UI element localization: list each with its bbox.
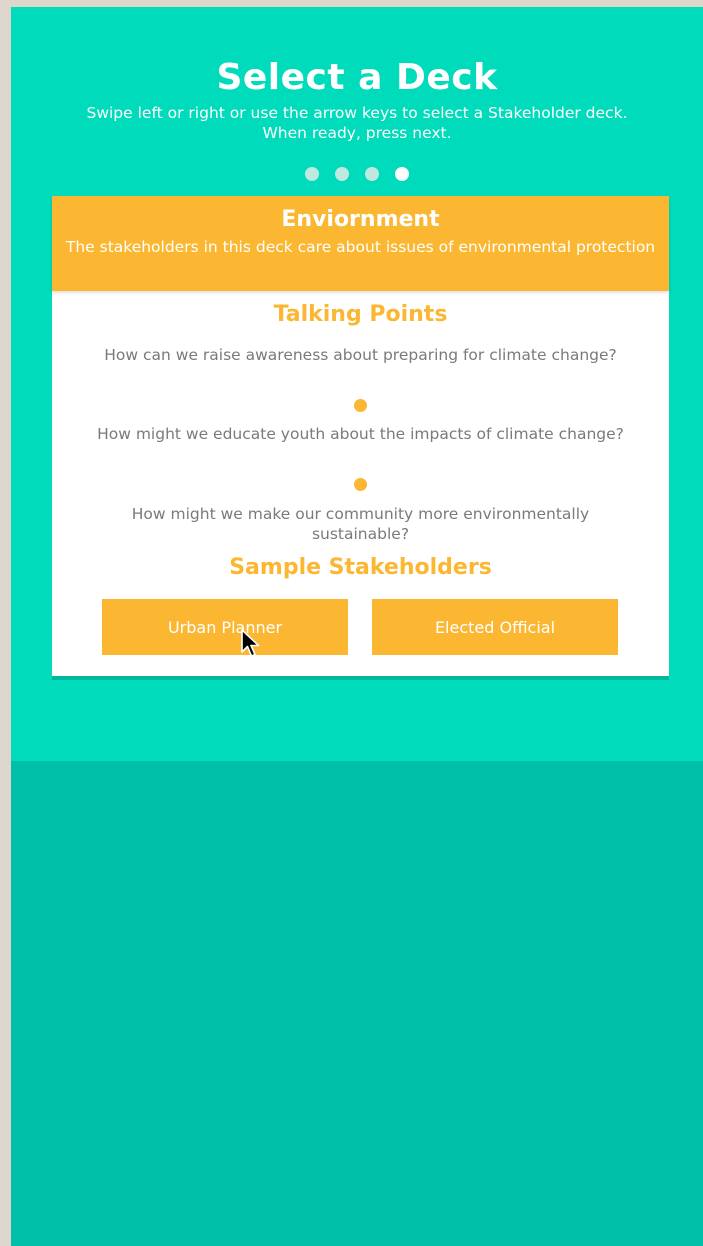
pagination-dots <box>11 167 703 181</box>
pagination-dot-1[interactable] <box>305 167 319 181</box>
bullet-separator-2 <box>354 478 367 491</box>
app-frame: Select a Deck Swipe left or right or use… <box>11 7 703 1246</box>
talking-point-2: How might we educate youth about the imp… <box>97 425 624 443</box>
deck-name: Enviornment <box>281 207 440 232</box>
deck-description: The stakeholders in this deck care about… <box>65 238 656 256</box>
talking-point-1: How can we raise awareness about prepari… <box>104 346 617 364</box>
bullet-separator-1 <box>354 399 367 412</box>
pagination-dot-3[interactable] <box>365 167 379 181</box>
deck-card[interactable]: Enviornment The stakeholders in this dec… <box>52 196 669 676</box>
talking-points-title: Talking Points <box>273 302 448 327</box>
talking-point-3: How might we make our community more env… <box>131 505 590 543</box>
pagination-dot-2[interactable] <box>335 167 349 181</box>
stakeholder-urban-planner-button[interactable]: Urban Planner <box>102 599 348 655</box>
sample-stakeholders-title: Sample Stakeholders <box>229 555 492 580</box>
instructions-text: Swipe left or right or use the arrow key… <box>31 103 683 143</box>
instructions-line-1: Swipe left or right or use the arrow key… <box>86 104 628 122</box>
page-title: Select a Deck <box>216 57 498 98</box>
deck-card-header: Enviornment The stakeholders in this dec… <box>52 196 669 291</box>
pagination-dot-4[interactable] <box>395 167 409 181</box>
mouse-cursor-icon <box>241 629 260 657</box>
deck-selection-panel: Select a Deck Swipe left or right or use… <box>11 7 703 761</box>
stakeholder-elected-official-button[interactable]: Elected Official <box>372 599 618 655</box>
instructions-line-2: When ready, press next. <box>262 124 452 142</box>
